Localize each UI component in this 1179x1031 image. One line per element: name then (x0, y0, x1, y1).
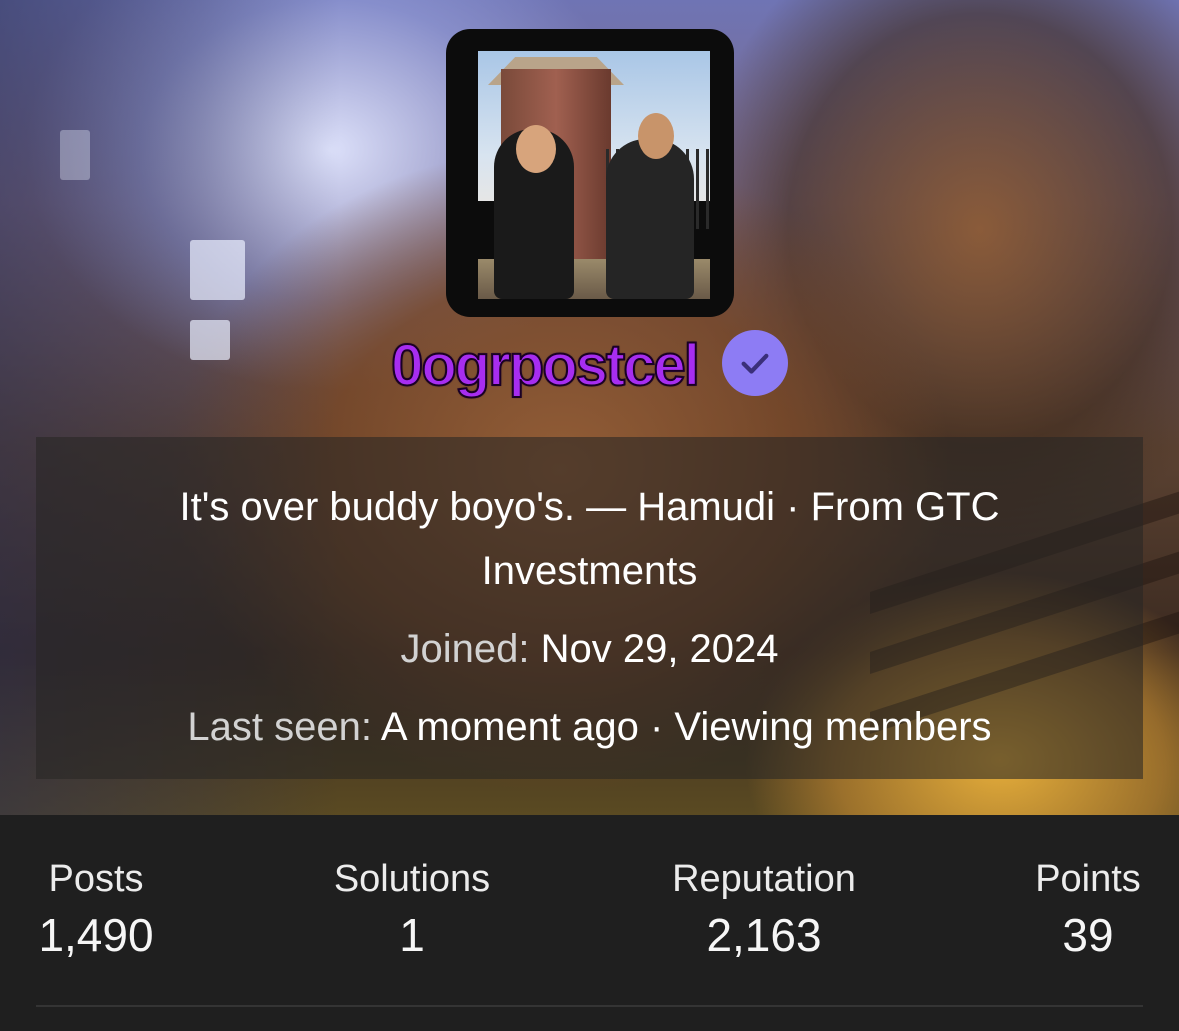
username[interactable]: 0ogrpostcel (390, 336, 701, 396)
profile-info-panel: It's over buddy boyo's. — Hamudi · From … (36, 437, 1143, 779)
profile-stats: Posts 1,490 Solutions 1 Reputation 2,163… (0, 815, 1179, 1031)
stat-label: Points (1035, 858, 1141, 900)
stat-value: 1 (399, 909, 425, 961)
last-seen-value: A moment ago · Viewing members (380, 705, 992, 749)
member-profile-page: 0ogrpostcel It's over buddy boyo's. — Ha… (0, 0, 1179, 1031)
stat-label: Solutions (333, 858, 491, 900)
stat-value: 39 (1062, 909, 1114, 961)
stat-points[interactable]: Points 39 (1023, 855, 1153, 967)
stat-value: 1,490 (38, 909, 154, 961)
avatar[interactable] (446, 29, 734, 317)
stat-solutions[interactable]: Solutions 1 (322, 855, 502, 967)
last-seen-label: Last seen: (187, 705, 372, 749)
joined-label: Joined: (400, 627, 530, 671)
last-seen-line: Last seen: A moment ago · Viewing member… (36, 695, 1143, 759)
stat-label: Reputation (672, 858, 856, 900)
joined-date: Nov 29, 2024 (540, 627, 779, 671)
stat-label: Posts (48, 858, 144, 900)
joined-line: Joined: Nov 29, 2024 (36, 617, 1143, 681)
stat-value: 2,163 (706, 909, 822, 961)
username-row: 0ogrpostcel (0, 328, 1179, 404)
stat-posts[interactable]: Posts 1,490 (36, 855, 156, 967)
divider (36, 1005, 1143, 1007)
checkmark-badge-icon (721, 330, 788, 396)
stat-reputation[interactable]: Reputation 2,163 (654, 855, 874, 967)
custom-status: It's over buddy boyo's. — Hamudi · From … (179, 485, 1000, 593)
